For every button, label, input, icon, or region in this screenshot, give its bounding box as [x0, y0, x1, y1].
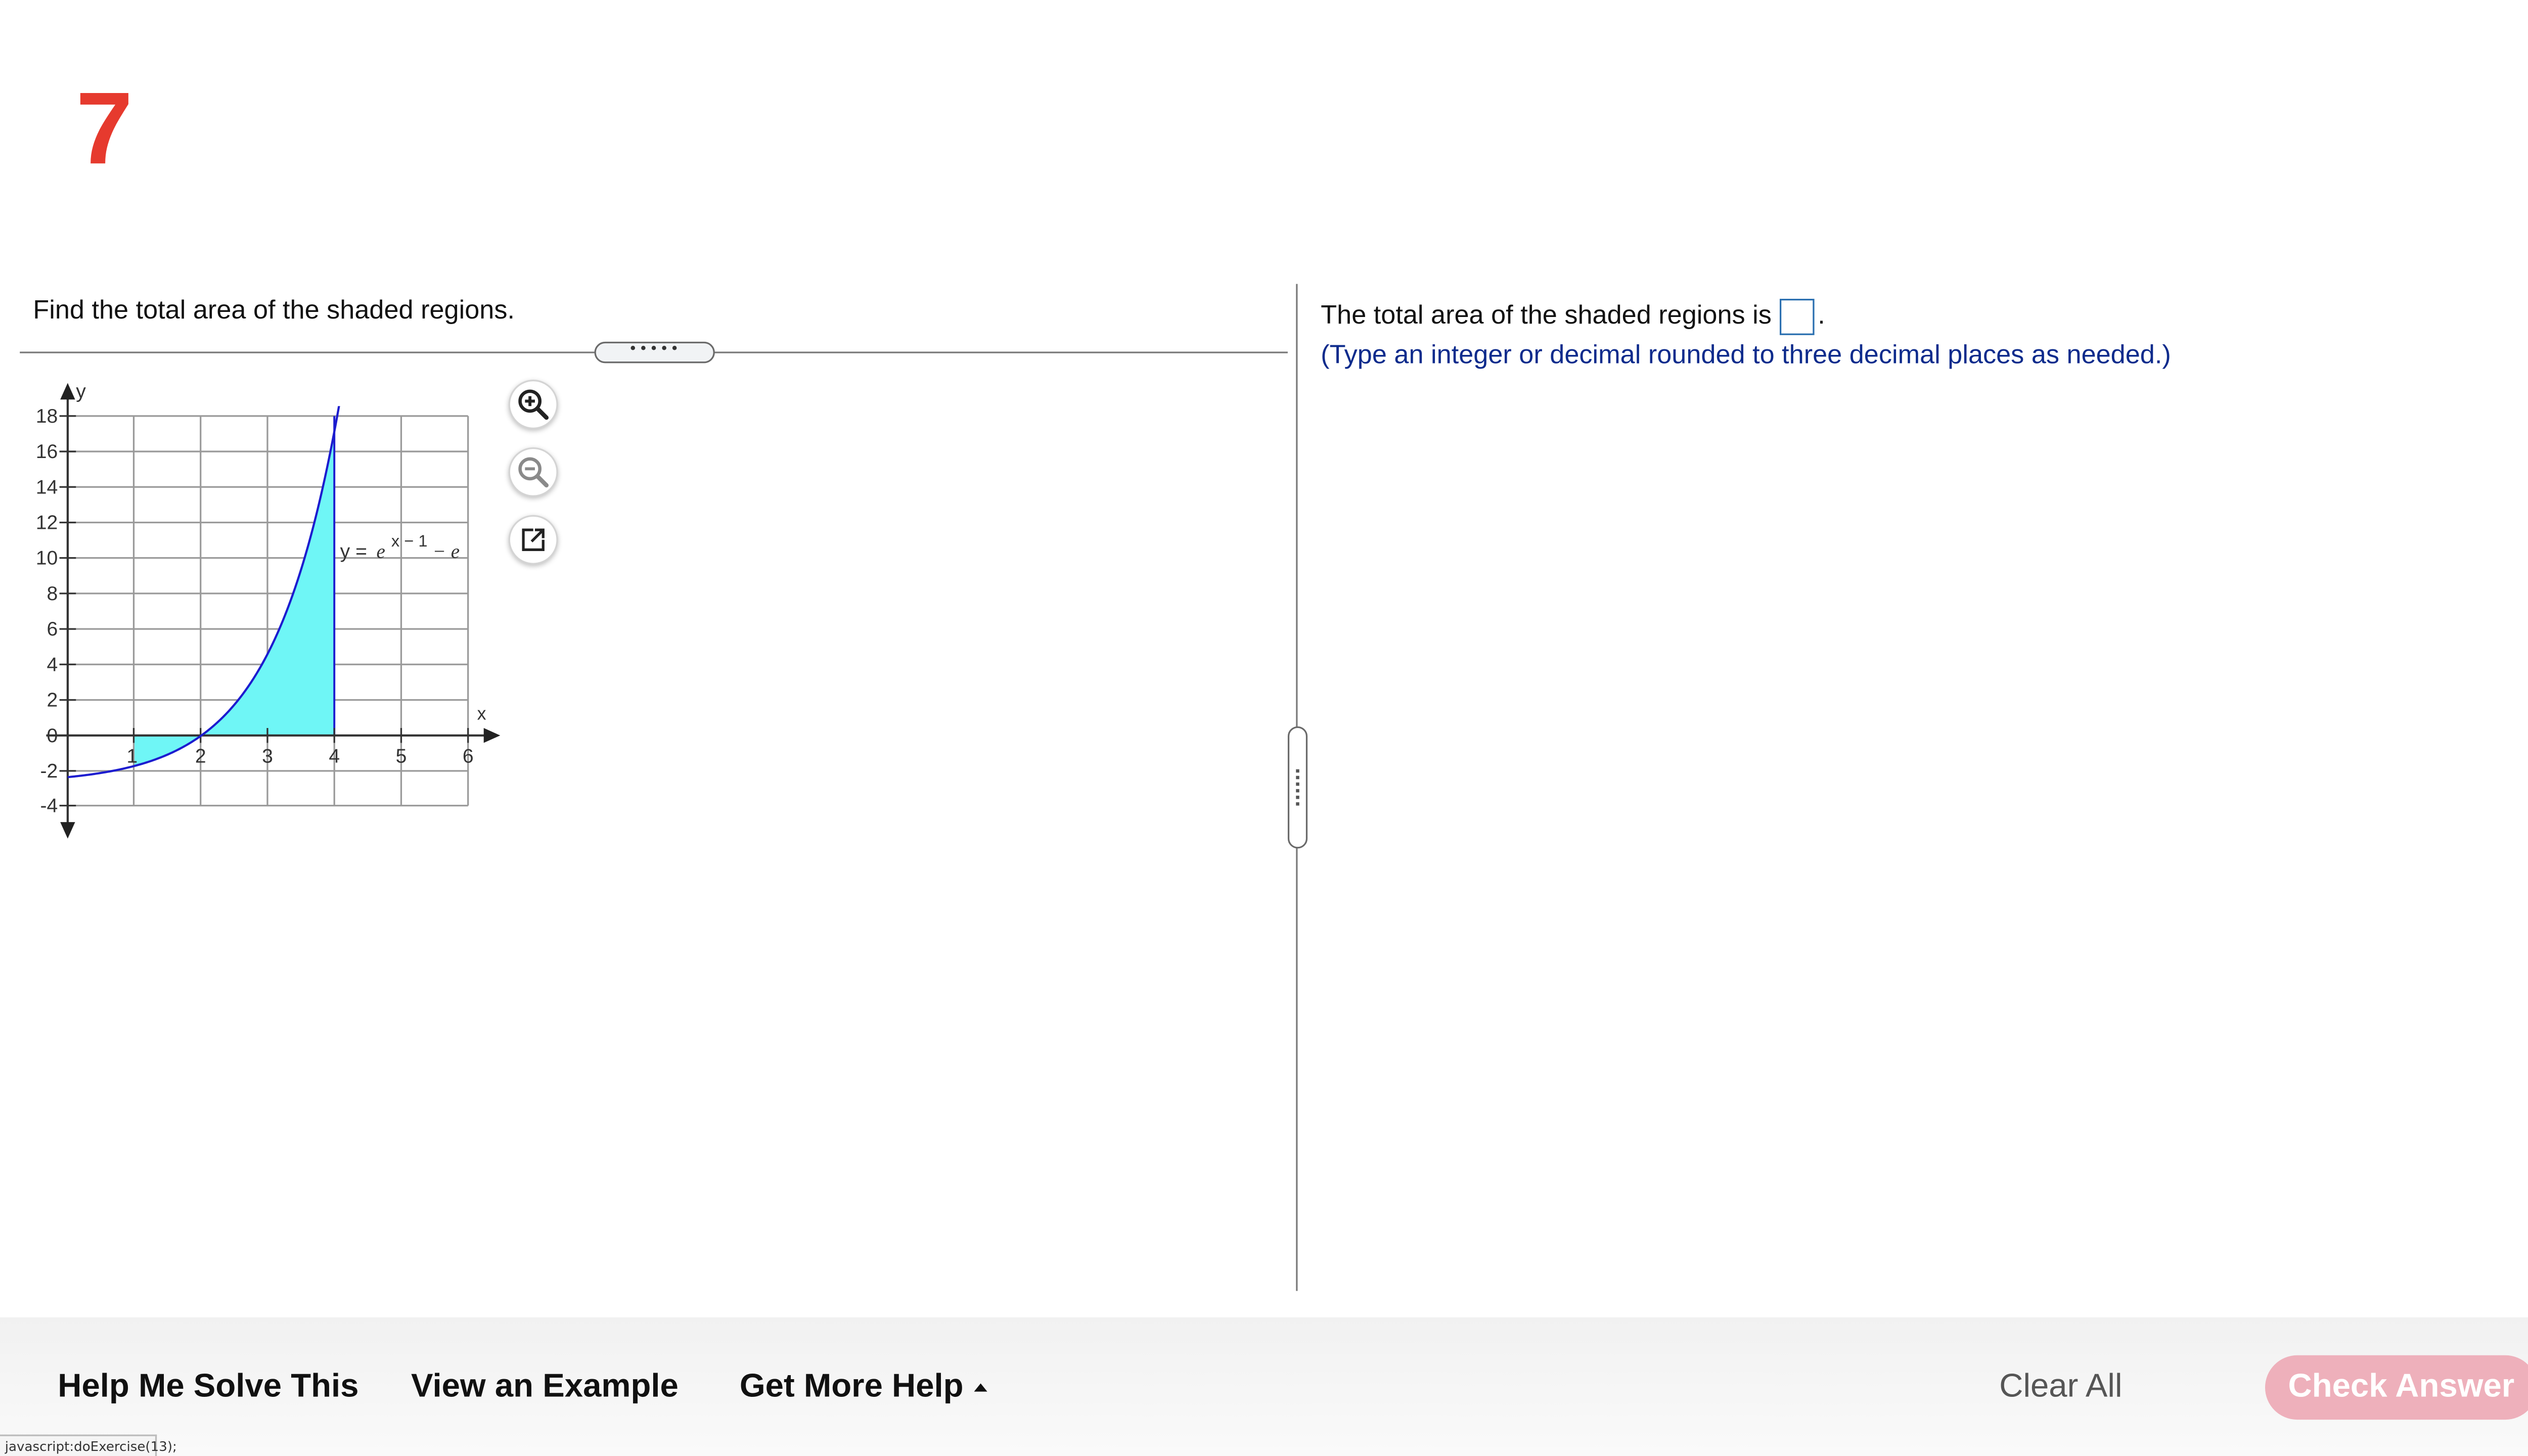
view-example-button[interactable]: View an Example: [411, 1369, 679, 1406]
answer-text: The total area of the shaded regions is: [1321, 302, 1772, 331]
answer-statement: The total area of the shaded regions is …: [1321, 299, 1825, 335]
answer-input[interactable]: [1780, 299, 1815, 335]
status-bar-url: javascript:doExercise(13);: [0, 1434, 177, 1456]
x-axis-label: x: [477, 703, 486, 724]
y-tick-label: 4: [47, 654, 58, 675]
y-tick-label: 12: [36, 512, 58, 534]
vertical-splitter-handle[interactable]: [1287, 726, 1308, 849]
clear-all-button[interactable]: Clear All: [1999, 1369, 2122, 1406]
x-tick-label: 1: [126, 746, 138, 767]
question-number: 7: [76, 72, 133, 187]
zoom-in-button[interactable]: [508, 380, 558, 429]
horizontal-splitter-handle[interactable]: •••••: [594, 341, 715, 363]
curve-label-prefix: y =: [340, 541, 367, 563]
curve-label-base: e: [376, 541, 385, 563]
caret-up-icon: [973, 1383, 987, 1392]
zoom-in-icon: [518, 389, 549, 420]
x-tick-label: 5: [396, 746, 407, 767]
y-axis-arrow-up: [60, 383, 75, 400]
footer-bar: [0, 1317, 2528, 1456]
y-tick-label: -2: [40, 760, 58, 782]
get-more-help-label: Get More Help: [739, 1368, 964, 1405]
x-tick-label: 2: [195, 746, 206, 767]
zoom-out-button[interactable]: [508, 447, 558, 497]
area-graph: 18 16 14 12 10 8 6 4 2 0 -2 -4 1 2 3 4 5…: [36, 381, 501, 839]
check-answer-button[interactable]: Check Answer: [2265, 1355, 2528, 1420]
y-tick-label: 8: [47, 583, 58, 605]
exercise-page: 7 Find the total area of the shaded regi…: [0, 0, 2528, 1456]
y-tick-label: 18: [36, 405, 58, 427]
y-axis-arrow-down: [60, 822, 75, 839]
y-tick-label: 2: [47, 690, 58, 711]
help-me-solve-button[interactable]: Help Me Solve This: [58, 1369, 358, 1406]
answer-period: .: [1818, 302, 1825, 331]
y-tick-label: 16: [36, 441, 58, 463]
x-tick-label: 3: [262, 746, 273, 767]
y-tick-label: 10: [36, 548, 58, 569]
x-axis-arrow: [483, 727, 501, 743]
curve-label-exponent: x − 1: [391, 531, 428, 550]
curve-label-suffix: − e: [433, 541, 460, 563]
get-more-help-button[interactable]: Get More Help: [739, 1368, 987, 1406]
y-tick-label: -4: [40, 795, 58, 817]
y-axis-label: y: [76, 381, 86, 402]
popout-graph-button[interactable]: [508, 515, 558, 565]
answer-hint: (Type an integer or decimal rounded to t…: [1321, 341, 2171, 370]
y-tick-label: 0: [47, 725, 58, 747]
y-tick-label: 6: [47, 618, 58, 640]
question-prompt: Find the total area of the shaded region…: [33, 297, 515, 326]
x-tick-label: 4: [329, 746, 340, 767]
x-tick-label: 6: [463, 746, 474, 767]
zoom-out-icon: [518, 457, 549, 488]
external-link-icon: [522, 528, 545, 551]
y-tick-label: 14: [36, 476, 58, 498]
shaded-region: [134, 427, 335, 766]
